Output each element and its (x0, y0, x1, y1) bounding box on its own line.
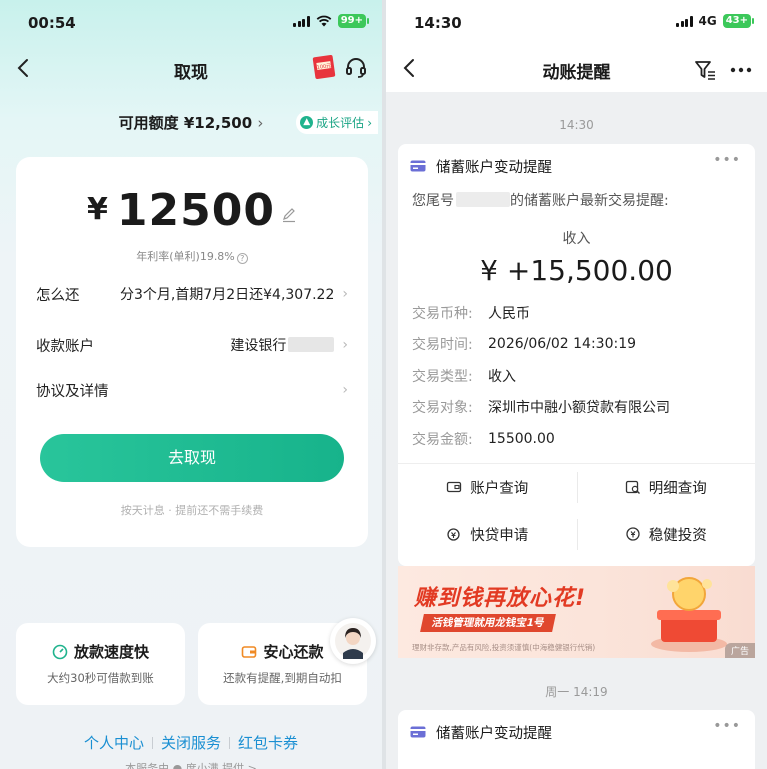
bank-card-icon (410, 726, 426, 738)
status-time: 14:30 (414, 14, 462, 32)
promo-banner[interactable]: 赚到钱再放心花! 活钱管理就用龙钱宝1号 理财非存款,产品有风险,投资须谨慎(中… (398, 566, 755, 658)
signal-icon (293, 15, 310, 27)
account-icon (447, 481, 462, 493)
agreement-row[interactable]: 协议及详情 › (36, 378, 348, 402)
withdraw-button[interactable]: 去取现 (40, 434, 344, 482)
message-more-icon[interactable]: ••• (713, 718, 741, 734)
signal-icon (676, 15, 693, 27)
banner-subtitle: 活钱管理就用龙钱宝1号 (420, 614, 557, 632)
growth-evaluation-button[interactable]: ▲ 成长评估 › (296, 111, 378, 134)
nav-bar: 取现 100元 (0, 46, 382, 92)
battery-icon: 99+ (337, 14, 370, 28)
status-time: 00:54 (28, 14, 76, 32)
loan-icon (447, 528, 460, 541)
steady-invest-button[interactable]: 稳健投资 (577, 511, 756, 558)
speed-icon (52, 644, 68, 659)
withdraw-screen: 00:54 99+ 取现 100元 可用额度 ¥12,500 › ▲ 成长评估 › … (0, 0, 382, 769)
receiving-account-row[interactable]: 收款账户 建设银行 › (36, 333, 348, 357)
interest-rate: 年利率(单利)19.8%? (16, 248, 368, 264)
ad-label: 广告 (724, 643, 755, 658)
banner-title: 赚到钱再放心花! (414, 586, 587, 611)
message-more-icon[interactable]: ••• (713, 152, 741, 168)
wifi-icon (316, 15, 332, 27)
growth-icon: ▲ (300, 116, 314, 129)
detail-search-icon (625, 480, 640, 494)
field-amount: 交易金额: 15500.00 (412, 430, 555, 448)
account-change-message: 储蓄账户变动提醒 ••• 您尾号 的储蓄账户最新交易提醒: 收入 ¥ +15,50… (398, 144, 755, 566)
chevron-right-icon: › (342, 382, 348, 398)
message-actions: 账户查询 明细查询 快贷申请 稳健投资 (398, 462, 756, 558)
account-notice-screen: 14:30 4G 43+ 动账提醒 14:30 储蓄账户变动提醒 ••• 您尾号… (386, 0, 767, 769)
quick-loan-button[interactable]: 快贷申请 (398, 511, 577, 558)
status-bar: 14:30 4G 43+ (386, 0, 767, 46)
feature-fast-loan: 放款速度快 大约30秒可借款到账 (16, 623, 185, 705)
message-title: 储蓄账户变动提醒 (436, 159, 552, 176)
field-time: 交易时间: 2026/06/02 14:30:19 (412, 336, 637, 354)
link-personal-center[interactable]: 个人中心 (84, 734, 144, 752)
link-coupons[interactable]: 红包卡券 (238, 734, 298, 752)
field-type: 交易类型: 收入 (412, 368, 516, 385)
battery-icon: 43+ (722, 14, 755, 28)
chevron-right-icon: › (342, 337, 348, 353)
withdraw-amount[interactable]: ¥12500 (16, 185, 368, 236)
fee-note: 按天计息 · 提前还不需手续费 (120, 504, 264, 517)
service-provider: 本服务由 ● 度小满 提供 > (125, 762, 257, 769)
banner-disclaimer: 理财非存款,产品有风险,投资须谨慎(中海稳健银行代销) (412, 643, 596, 652)
customer-service-icon[interactable] (344, 56, 368, 80)
field-counterparty: 交易对象: 深圳市中融小额贷款有限公司 (412, 400, 670, 417)
message-timestamp: 14:30 (559, 118, 594, 132)
account-query-button[interactable]: 账户查询 (398, 464, 577, 511)
edit-icon[interactable] (281, 207, 297, 223)
message-title: 储蓄账户变动提醒 (436, 725, 552, 742)
transaction-type-heading: 收入 (562, 231, 591, 247)
account-change-message-2: 储蓄账户变动提醒 ••• (398, 710, 755, 769)
link-close-service[interactable]: 关闭服务 (161, 734, 221, 752)
gift-box-illustration (651, 577, 727, 652)
footer-links: 个人中心 关闭服务 红包卡券 (0, 732, 382, 753)
detail-query-button[interactable]: 明细查询 (577, 464, 756, 511)
nav-bar: 动账提醒 (386, 46, 767, 92)
bank-card-icon (410, 160, 426, 172)
more-icon[interactable] (729, 58, 753, 82)
assistant-avatar[interactable] (330, 618, 376, 664)
filter-icon[interactable] (693, 58, 717, 82)
wallet-icon (242, 645, 257, 658)
message-timestamp-2: 周一 14:19 (545, 685, 608, 699)
red-packet-icon[interactable]: 100元 (312, 54, 336, 80)
chevron-right-icon: › (342, 286, 348, 302)
transaction-amount: ¥ +15,500.00 (480, 254, 673, 287)
invest-icon (626, 527, 640, 541)
repay-plan-row[interactable]: 怎么还 分3个月,首期7月2日还¥4,307.22 › (36, 282, 348, 306)
masked-account-number (288, 337, 335, 352)
message-intro: 您尾号 的储蓄账户最新交易提醒: (412, 192, 669, 209)
withdraw-card: ¥12500 年利率(单利)19.8%? 怎么还 分3个月,首期7月2日还¥4,… (16, 157, 368, 547)
avatar-icon (335, 623, 371, 659)
field-currency: 交易币种: 人民币 (412, 305, 530, 322)
network-type: 4G (698, 14, 717, 28)
status-bar: 00:54 99+ (0, 0, 382, 46)
help-icon[interactable]: ? (236, 253, 248, 264)
